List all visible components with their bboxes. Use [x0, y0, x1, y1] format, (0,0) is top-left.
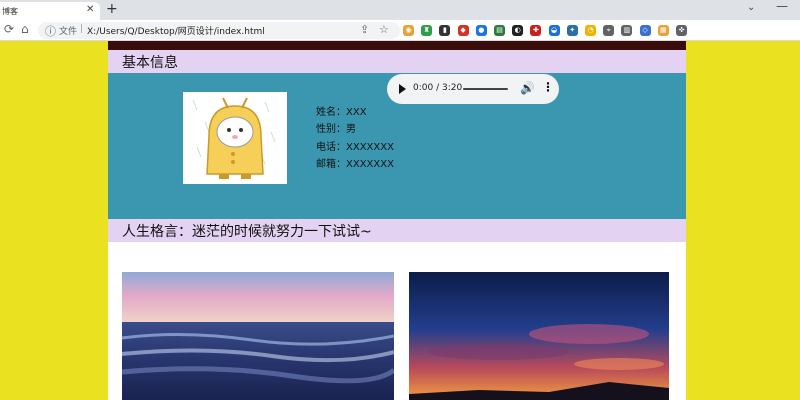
bookmark-star-icon[interactable]: ☆ — [379, 23, 389, 36]
ocean-photo — [122, 272, 394, 400]
page-content: 基本信息 姓名：XXX 性别：男 电话：XXXXXXX 邮箱：XXXXXXX 0… — [108, 41, 686, 400]
browser-tab[interactable]: 博客 ✕ — [0, 2, 100, 20]
motto-header: 人生格言：迷茫的时候就努力一下试试~ — [108, 219, 686, 242]
field-email: 邮箱：XXXXXXX — [316, 155, 394, 170]
field-gender-label: 性别： — [316, 124, 346, 135]
field-gender-value: 男 — [346, 124, 356, 135]
extension-1-icon[interactable]: ◉ — [403, 25, 414, 36]
minimize-icon[interactable]: — — [776, 0, 788, 13]
extension-6-icon[interactable]: ▤ — [494, 25, 505, 36]
site-info-icon[interactable]: ⓘ — [45, 23, 56, 39]
field-phone: 电话：XXXXXXX — [316, 138, 394, 153]
reload-icon[interactable]: ⟳ — [4, 22, 14, 36]
audio-duration: 3:20 — [442, 83, 463, 93]
field-phone-value: XXXXXXX — [346, 142, 394, 153]
top-banner — [108, 41, 686, 50]
share-icon[interactable]: ⇪ — [360, 23, 369, 36]
extension-12-icon[interactable]: ⌖ — [603, 25, 615, 36]
extension-5-icon[interactable]: ● — [475, 25, 487, 36]
field-email-label: 邮箱： — [316, 159, 346, 170]
more-options-icon[interactable]: ⋮ — [542, 80, 554, 94]
audio-progress-slider[interactable] — [463, 88, 508, 90]
field-email-value: XXXXXXX — [346, 159, 394, 170]
field-gender: 性别：男 — [316, 120, 356, 135]
address-separator: | — [80, 24, 84, 34]
audio-player: 0:00 / 3:20 🔊 ⋮ — [387, 74, 559, 104]
field-name-value: XXX — [346, 107, 367, 118]
extension-7-icon[interactable]: ◐ — [512, 25, 524, 36]
extension-2-icon[interactable]: ♜ — [421, 25, 433, 36]
browser-toolbar: ⟳ ⌂ ⓘ 文件 | X:/Users/Q/Desktop/网页设计/index… — [0, 20, 800, 41]
audio-time-divider: / — [436, 83, 440, 93]
audio-current-time: 0:00 — [413, 83, 434, 93]
extension-11-icon[interactable]: ◔ — [585, 25, 596, 36]
field-name: 姓名：XXX — [316, 103, 367, 118]
tab-title: 博客 — [2, 7, 18, 16]
play-icon[interactable] — [399, 84, 406, 94]
avatar-image — [183, 92, 287, 184]
extension-9-icon[interactable]: ◒ — [548, 25, 560, 36]
address-bar[interactable]: ⓘ 文件 | X:/Users/Q/Desktop/网页设计/index.htm… — [38, 22, 400, 39]
basic-info-header: 基本信息 — [108, 50, 686, 73]
extension-14-icon[interactable]: ◇ — [639, 25, 651, 36]
tab-strip: 博客 ✕ + ⌄ — — [0, 0, 800, 20]
basic-info-heading: 基本信息 — [122, 55, 178, 71]
extension-4-icon[interactable]: ◆ — [457, 25, 469, 36]
extension-3-icon[interactable]: ▮ — [439, 25, 451, 36]
tab-list-chevron-icon[interactable]: ⌄ — [747, 2, 755, 13]
field-name-label: 姓名： — [316, 107, 346, 118]
extension-10-icon[interactable]: ✦ — [566, 25, 578, 36]
url-text[interactable]: X:/Users/Q/Desktop/网页设计/index.html — [87, 24, 265, 37]
audio-time: 0:00 / 3:20 — [413, 83, 462, 93]
home-icon[interactable]: ⌂ — [21, 22, 29, 36]
motto-text: 人生格言：迷茫的时候就努力一下试试~ — [122, 224, 372, 240]
extension-15-icon[interactable]: ▦ — [657, 25, 669, 36]
extension-16-icon[interactable]: ✜ — [676, 25, 687, 36]
sunset-photo — [409, 272, 669, 400]
extension-8-icon[interactable]: ✚ — [530, 25, 542, 36]
volume-icon[interactable]: 🔊 — [520, 81, 535, 95]
new-tab-button[interactable]: + — [106, 1, 118, 17]
tab-close-icon[interactable]: ✕ — [86, 4, 94, 15]
extension-13-icon[interactable]: ▥ — [621, 25, 633, 36]
field-phone-label: 电话： — [316, 142, 346, 153]
file-scheme-label: 文件 — [59, 27, 78, 37]
